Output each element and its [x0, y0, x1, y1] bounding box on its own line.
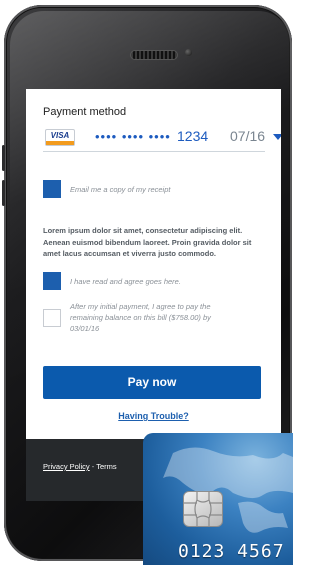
card-masked-digits: •••• •••• ••••: [95, 129, 171, 144]
pay-now-button[interactable]: Pay now: [43, 366, 261, 399]
agree-label: I have read and agree goes here.: [70, 277, 181, 286]
footer-links: Privacy Policy - Terms: [43, 462, 117, 471]
email-receipt-label: Email me a copy of my receipt: [70, 185, 171, 194]
credit-card-number: 0123 4567: [178, 541, 285, 562]
remaining-balance-checkbox[interactable]: [43, 309, 61, 327]
volume-button: [2, 145, 5, 171]
volume-button: [2, 180, 5, 206]
card-select[interactable]: VISA •••• •••• •••• 1234 07/16: [43, 125, 281, 152]
card-last4: 1234: [177, 128, 209, 144]
agree-checkbox[interactable]: [43, 272, 61, 290]
payment-method-label: Payment method: [43, 106, 127, 118]
chevron-down-icon[interactable]: [273, 134, 281, 140]
card-expiry: 07/16: [230, 128, 266, 144]
remaining-balance-label: After my initial payment, I agree to pay…: [70, 302, 211, 333]
visa-logo-icon: VISA: [45, 129, 75, 146]
terms-text: Lorem ipsum dolor sit amet, consectetur …: [43, 226, 252, 258]
speaker-grille: [130, 50, 178, 60]
having-trouble-link[interactable]: Having Trouble?: [26, 411, 281, 421]
email-receipt-checkbox[interactable]: [43, 180, 61, 198]
footer-separator: -: [91, 462, 95, 471]
privacy-policy-link[interactable]: Privacy Policy: [43, 462, 90, 471]
credit-card-image: 0123 4567: [143, 433, 293, 565]
front-camera: [185, 49, 192, 56]
terms-link[interactable]: Terms: [96, 462, 116, 471]
card-chip-icon: [183, 491, 223, 527]
